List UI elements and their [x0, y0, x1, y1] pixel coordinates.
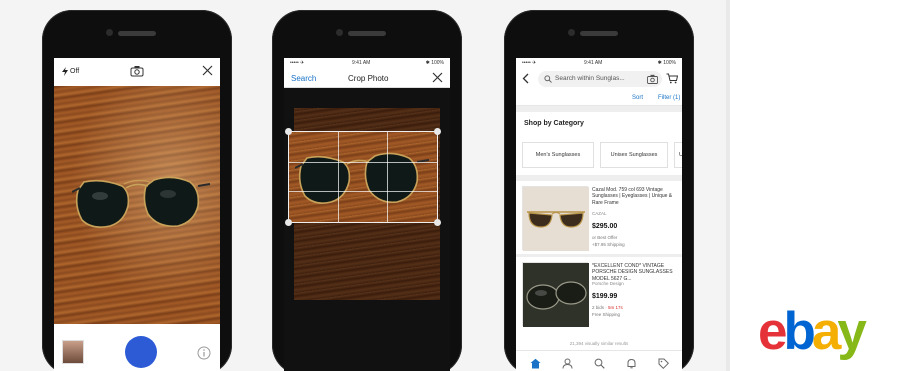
phone-crop: ••••• ✈ 9:41 AM ✱ 100% Search Crop Photo — [272, 10, 462, 371]
front-camera — [336, 29, 343, 36]
sunglasses-thumbnail-icon — [523, 263, 589, 327]
item-thumbnail[interactable] — [522, 262, 589, 327]
sort-button[interactable]: Sort — [632, 95, 643, 101]
tab-bar — [516, 350, 682, 371]
item-offer: or Best Offer — [592, 235, 618, 240]
status-battery: ✱ 100% — [425, 60, 444, 66]
crop-screen: ••••• ✈ 9:41 AM ✱ 100% Search Crop Photo — [284, 58, 450, 371]
speaker-grille — [580, 31, 618, 36]
crop-handle-bottom-right[interactable] — [434, 219, 441, 226]
section-divider — [516, 175, 682, 181]
shop-by-category-heading: Shop by Category — [524, 120, 584, 127]
section-divider — [516, 106, 682, 112]
close-icon[interactable] — [202, 65, 213, 76]
status-carrier: ••••• ✈ — [290, 60, 305, 66]
item-thumbnail[interactable] — [522, 186, 589, 251]
search-icon — [544, 75, 552, 83]
crop-grid-line — [289, 161, 437, 163]
crop-navbar: Search Crop Photo — [284, 68, 450, 88]
close-icon[interactable] — [432, 72, 443, 83]
crop-handle-bottom-left[interactable] — [285, 219, 292, 226]
status-time: 9:41 AM — [352, 60, 371, 66]
front-camera — [106, 29, 113, 36]
shutter-button[interactable] — [125, 336, 157, 368]
filter-button[interactable]: Filter (1) — [658, 95, 680, 101]
item-bid-count: 2 bids · — [592, 305, 609, 310]
item-time-left: 5m 17s — [608, 305, 623, 310]
logo-letter-e: e — [758, 302, 788, 361]
results-screen: ••••• ✈ 9:41 AM ✱ 100% Search within Sun… — [516, 58, 682, 371]
sunglasses-photo — [72, 176, 211, 228]
crop-selection[interactable] — [285, 128, 441, 226]
panel-divider — [726, 0, 730, 371]
camera-icon[interactable] — [647, 74, 658, 84]
capture-bar — [54, 324, 220, 371]
flash-icon — [62, 67, 68, 76]
home-icon[interactable] — [530, 358, 541, 369]
camera-viewfinder — [54, 86, 220, 324]
item-shipping: Free Shipping — [592, 312, 621, 317]
flash-label: Off — [70, 68, 80, 75]
crop-grid-line — [386, 132, 388, 222]
search-button[interactable]: Search — [291, 74, 316, 83]
logo-letter-b: b — [783, 302, 815, 361]
notifications-icon[interactable] — [626, 358, 637, 369]
selling-icon[interactable] — [658, 358, 669, 369]
speaker-grille — [118, 31, 156, 36]
crop-stage — [284, 88, 450, 371]
category-chip[interactable]: Un... — [674, 142, 682, 168]
sunglasses-thumbnail-icon — [523, 187, 589, 251]
status-battery: ✱ 100% — [657, 60, 676, 66]
speaker-grille — [348, 31, 386, 36]
category-chip[interactable]: Men's Sunglasses — [522, 142, 594, 168]
ebay-logo: ebay — [758, 300, 867, 364]
item-shipping: +$7.95 Shipping — [592, 242, 625, 247]
search-input[interactable]: Search within Sunglas... — [538, 71, 662, 87]
item-brand: CAZAL — [592, 211, 607, 216]
photo-library-thumbnail[interactable] — [62, 340, 84, 364]
phone-camera: Off — [42, 10, 232, 371]
status-carrier: ••••• ✈ — [522, 60, 537, 66]
camera-switch-icon[interactable] — [130, 65, 144, 77]
logo-letter-a: a — [811, 302, 842, 361]
flash-toggle[interactable]: Off — [62, 67, 79, 76]
crop-handle-top-right[interactable] — [434, 128, 441, 135]
front-camera — [568, 29, 575, 36]
crop-grid-line — [289, 191, 437, 193]
item-brand: Porsche Design — [592, 281, 624, 286]
phone-results: ••••• ✈ 9:41 AM ✱ 100% Search within Sun… — [504, 10, 694, 371]
search-icon[interactable] — [594, 358, 605, 369]
status-bar: ••••• ✈ 9:41 AM ✱ 100% — [516, 58, 682, 68]
crop-title: Crop Photo — [348, 74, 389, 83]
crop-handle-top-left[interactable] — [285, 128, 292, 135]
status-bar: ••••• ✈ 9:41 AM ✱ 100% — [284, 58, 450, 68]
sort-filter-bar: Sort Filter (1) — [516, 90, 682, 106]
search-placeholder: Search within Sunglas... — [555, 75, 625, 82]
profile-icon[interactable] — [562, 358, 573, 369]
crop-grid-line — [337, 132, 339, 222]
item-title[interactable]: Cazal Mod. 759 col 693 Vintage Sunglasse… — [592, 187, 678, 206]
item-bids: 2 bids · 5m 17s — [592, 305, 623, 310]
camera-toolbar: Off — [54, 58, 220, 86]
item-price: $295.00 — [592, 223, 618, 230]
sunglasses-photo — [295, 152, 430, 204]
results-count: 21,394 visually similar results — [569, 341, 629, 346]
category-chip[interactable]: Unisex Sunglasses — [600, 142, 668, 168]
info-icon[interactable] — [197, 346, 211, 360]
camera-screen: Off — [54, 58, 220, 371]
cart-icon[interactable] — [666, 73, 678, 84]
item-title[interactable]: *EXCELLENT COND* VINTAGE PORSCHE DESIGN … — [592, 263, 678, 282]
back-icon[interactable] — [522, 73, 530, 84]
section-divider — [516, 254, 682, 257]
item-price: $199.99 — [592, 293, 618, 300]
logo-letter-y: y — [837, 302, 867, 361]
status-time: 9:41 AM — [584, 60, 603, 66]
search-bar: Search within Sunglas... — [516, 68, 682, 90]
